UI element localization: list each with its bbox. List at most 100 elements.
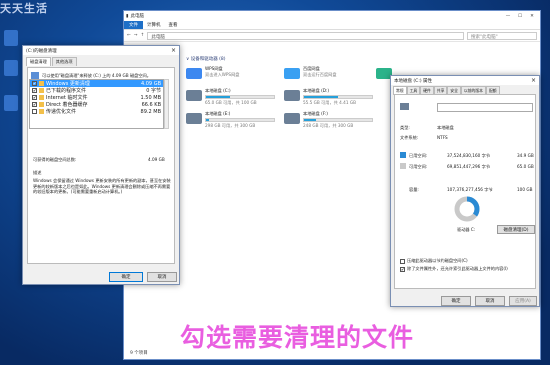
- drive-c[interactable]: 本地磁盘 (C:) 65.0 GB 可用，共 100 GB: [186, 88, 278, 110]
- compress-option[interactable]: 压缩此驱动器以节约磁盘空间(C): [400, 258, 468, 264]
- dialog-tabs: 磁盘清理 其他选项: [23, 55, 179, 66]
- type-value: 本地磁盘: [437, 125, 454, 130]
- drive-d[interactable]: 本地磁盘 (D:) 55.5 GB 可用，共 4.41 GB: [284, 88, 376, 110]
- free-label: 可用空间:: [409, 164, 428, 169]
- fs-value: NTFS: [437, 135, 448, 140]
- cloud-icon: [284, 68, 300, 79]
- dialog-title: (C:)的磁盘清理: [26, 48, 57, 54]
- item-size: 66.6 KB: [141, 101, 161, 108]
- dialog-titlebar: (C:)的磁盘清理 ×: [23, 46, 179, 55]
- item-name: 传递优化文件: [46, 109, 77, 115]
- section-header[interactable]: ∨ 设备和驱动器 (8): [186, 56, 226, 62]
- drive-baidu[interactable]: 百度网盘 双击运行百度网盘: [284, 66, 376, 88]
- window-title: 此电脑: [130, 14, 144, 19]
- used-label: 已用空间:: [409, 153, 428, 158]
- up-icon[interactable]: ↑: [141, 33, 145, 38]
- fs-label: 文件系统:: [400, 135, 419, 140]
- desktop-icon[interactable]: [4, 60, 18, 76]
- list-item[interactable]: ✔ 已下载的程序文件 0 字节: [30, 87, 163, 94]
- total-value: 4.09 GB: [148, 157, 165, 162]
- forward-icon[interactable]: →: [134, 33, 138, 38]
- item-name: Direct 着色器缓存: [46, 102, 88, 108]
- cancel-button[interactable]: 取消: [475, 296, 505, 306]
- list-item[interactable]: ✔ Windows 更新清理 4.09 GB: [30, 80, 163, 87]
- close-icon[interactable]: ×: [531, 77, 536, 84]
- drive-letter-label: 驱动器 C:: [457, 227, 476, 232]
- total-label: 可获得的磁盘空间总数:: [33, 157, 77, 162]
- folder-icon: ▮: [126, 13, 129, 19]
- usage-donut: [454, 196, 480, 222]
- drive-wps[interactable]: WPS网盘 双击进入WPS网盘: [186, 66, 278, 88]
- address-field[interactable]: 此电脑: [147, 31, 464, 40]
- address-bar-row: ← → ↑ 此电脑 搜索"此电脑": [124, 30, 540, 42]
- index-option[interactable]: ✔ 除了文件属性外，还允许索引此驱动器上文件的内容(I): [400, 266, 508, 272]
- checkbox[interactable]: ✔: [32, 95, 37, 100]
- drive-sub: 双击进入WPS网盘: [205, 72, 240, 77]
- search-input[interactable]: 搜索"此电脑": [467, 31, 537, 40]
- item-size: 1.50 MB: [140, 94, 161, 101]
- description-text: Windows 会保留通过 Windows 更新安装的所有更新的副本，甚至在安装…: [33, 178, 171, 194]
- drive-e[interactable]: 本地磁盘 (E:) 298 GB 可用，共 300 GB: [186, 111, 278, 133]
- hard-drive-icon: [186, 90, 202, 101]
- tab-view[interactable]: 查看: [165, 22, 182, 28]
- close-button[interactable]: ✕: [526, 14, 538, 19]
- drive-size: 55.5 GB 可用，共 4.41 GB: [303, 100, 356, 105]
- file-icon: [39, 95, 44, 100]
- checkbox[interactable]: ✔: [32, 88, 37, 93]
- checkbox[interactable]: ✔: [32, 102, 37, 107]
- tab-more-options[interactable]: 其他选项: [51, 57, 77, 66]
- drive-properties-dialog: 本地磁盘 (C:) 属性 × 常规 工具 硬件 共享 安全 以前的版本 配额 类…: [390, 75, 540, 307]
- capacity-label: 容量:: [409, 187, 419, 192]
- explorer-titlebar: ▮ 此电脑 — ☐ ✕: [124, 11, 540, 21]
- capacity-gb: 100 GB: [517, 187, 533, 192]
- apply-button[interactable]: 应用(A): [509, 296, 537, 306]
- item-size: 89.2 MB: [140, 108, 161, 115]
- tab-file[interactable]: 文件: [124, 21, 143, 29]
- used-gb: 34.9 GB: [517, 153, 534, 158]
- checkbox[interactable]: ✔: [400, 266, 405, 272]
- drive-size: 248 GB 可用，共 300 GB: [303, 123, 354, 128]
- file-icon: [39, 88, 44, 93]
- cancel-button[interactable]: 取消: [147, 272, 177, 282]
- hard-drive-icon: [400, 103, 409, 110]
- list-item[interactable]: ✔ Direct 着色器缓存 66.6 KB: [30, 101, 163, 108]
- checkbox[interactable]: ✔: [32, 81, 37, 86]
- drive-name: 本地磁盘 (C:): [205, 88, 231, 93]
- disk-cleanup-button[interactable]: 磁盘清理(D): [497, 225, 535, 234]
- maximize-button[interactable]: ☐: [514, 14, 526, 19]
- back-icon[interactable]: ←: [127, 33, 131, 38]
- drive-sub: 双击运行百度网盘: [303, 72, 337, 77]
- tab-disk-cleanup[interactable]: 磁盘清理: [26, 57, 51, 66]
- dialog-titlebar: 本地磁盘 (C:) 属性 ×: [391, 76, 539, 85]
- list-scrollbar[interactable]: [164, 79, 169, 129]
- description-title: 描述: [33, 170, 42, 175]
- desktop-icon[interactable]: [4, 30, 18, 46]
- drive-label-input[interactable]: [437, 103, 533, 112]
- capacity-bytes: 107,376,277,456 字节: [447, 187, 493, 192]
- used-swatch: [400, 152, 406, 158]
- desktop-watermark: 天天生活: [0, 2, 48, 15]
- item-name: Windows 更新清理: [46, 81, 90, 87]
- list-item[interactable]: ✔ Internet 临时文件 1.50 MB: [30, 94, 163, 101]
- tutorial-caption: 勾选需要清理的文件: [180, 323, 415, 352]
- ok-button[interactable]: 确定: [109, 272, 143, 282]
- checkbox[interactable]: [32, 109, 37, 114]
- free-bytes: 69,851,447,296 字节: [447, 164, 491, 169]
- used-bytes: 37,524,830,160 字节: [447, 153, 491, 158]
- file-icon: [39, 81, 44, 86]
- drive-f[interactable]: 本地磁盘 (F:) 248 GB 可用，共 300 GB: [284, 111, 376, 133]
- drive-usage-bar: [303, 95, 373, 99]
- minimize-button[interactable]: —: [502, 14, 514, 19]
- disk-cleanup-dialog: (C:)的磁盘清理 × 磁盘清理 其他选项 可以使用"磁盘清理"来释放 (C:)…: [22, 45, 180, 285]
- desktop-icon[interactable]: [4, 95, 18, 111]
- free-swatch: [400, 163, 406, 169]
- close-icon[interactable]: ×: [171, 47, 176, 54]
- option-label: 除了文件属性外，还允许索引此驱动器上文件的内容(I): [407, 266, 508, 271]
- intro-text: 可以使用"磁盘清理"来释放 (C:) 上的 4.09 GB 磁盘空间。: [42, 73, 151, 78]
- checkbox[interactable]: [400, 258, 405, 264]
- list-item[interactable]: 传递优化文件 89.2 MB: [30, 108, 163, 115]
- drive-name: 本地磁盘 (E:): [205, 111, 231, 116]
- ok-button[interactable]: 确定: [441, 296, 471, 306]
- tab-computer[interactable]: 计算机: [143, 22, 165, 28]
- option-label: 压缩此驱动器以节约磁盘空间(C): [407, 258, 468, 263]
